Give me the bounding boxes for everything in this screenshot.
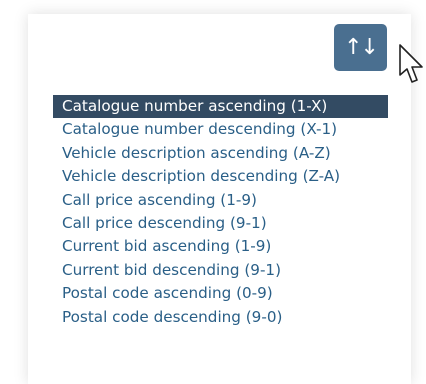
sort-option-call-price-asc[interactable]: Call price ascending (1-9) bbox=[53, 189, 388, 212]
sort-option-current-bid-asc[interactable]: Current bid ascending (1-9) bbox=[53, 235, 388, 258]
sort-option-call-price-desc[interactable]: Call price descending (9-1) bbox=[53, 212, 388, 235]
sort-option-vehicle-desc[interactable]: Vehicle description descending (Z-A) bbox=[53, 165, 388, 188]
sort-options-list: Catalogue number ascending (1-X) Catalog… bbox=[53, 95, 388, 329]
sort-option-catalogue-asc[interactable]: Catalogue number ascending (1-X) bbox=[53, 95, 388, 119]
sort-option-vehicle-asc[interactable]: Vehicle description ascending (A-Z) bbox=[53, 142, 388, 165]
sort-button[interactable]: ↑↓ bbox=[334, 24, 387, 71]
sort-option-catalogue-desc[interactable]: Catalogue number descending (X-1) bbox=[53, 118, 388, 141]
mouse-cursor-icon bbox=[399, 44, 423, 83]
sort-arrows-icon: ↑↓ bbox=[344, 34, 379, 60]
sort-option-current-bid-desc[interactable]: Current bid descending (9-1) bbox=[53, 259, 388, 282]
sort-option-postal-code-asc[interactable]: Postal code ascending (0-9) bbox=[53, 282, 388, 305]
sort-option-postal-code-desc[interactable]: Postal code descending (9-0) bbox=[53, 306, 388, 329]
